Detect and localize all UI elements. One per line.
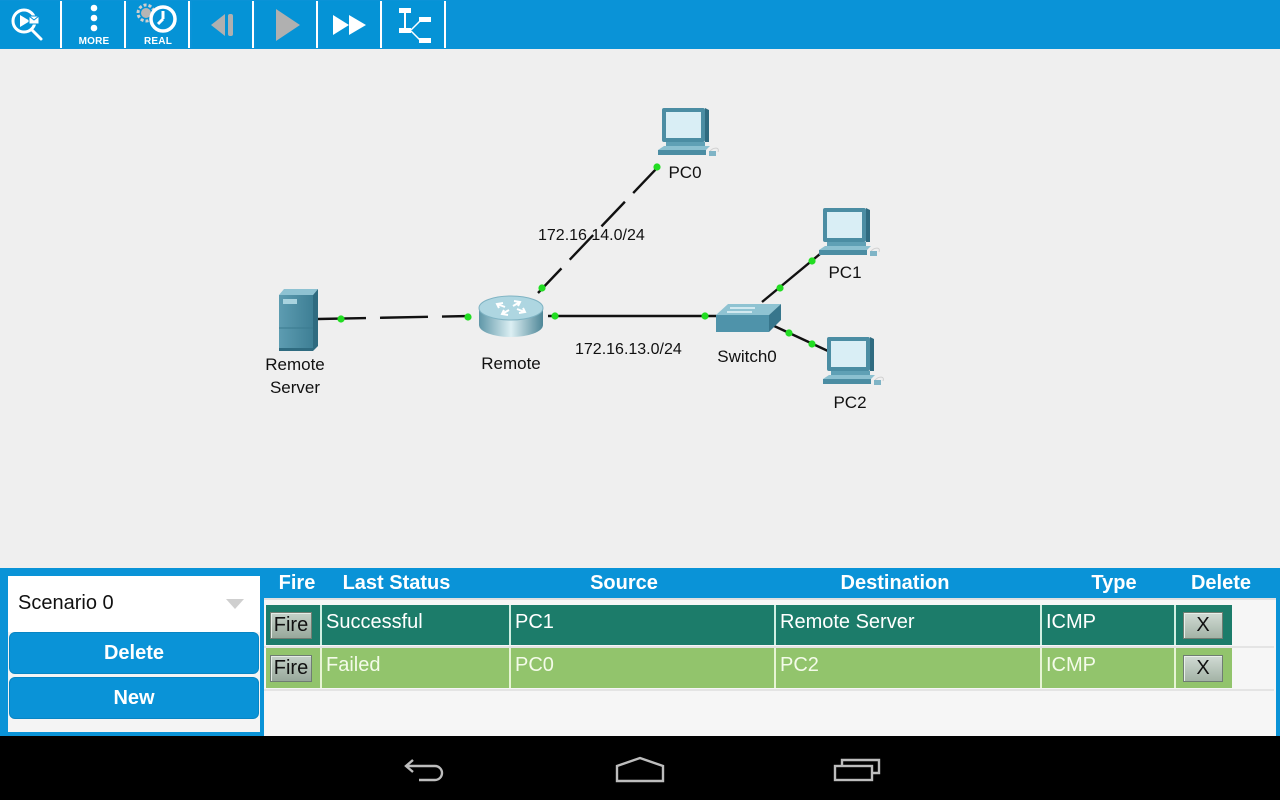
fire-cell: Fire: [266, 605, 322, 645]
dropdown-caret-icon: [226, 599, 244, 609]
delete-cell: X: [1176, 648, 1232, 688]
new-scenario-button[interactable]: New: [9, 677, 259, 719]
destination-cell: Remote Server: [776, 605, 1042, 645]
pc1-icon[interactable]: [813, 205, 883, 265]
pdu-table: Fire Last Status Source Destination Type…: [264, 568, 1280, 736]
scenario-panel: Scenario 0 Delete New: [8, 576, 260, 732]
source-cell: PC0: [511, 648, 776, 688]
more-label: MORE: [78, 36, 110, 47]
play-icon: [276, 8, 300, 41]
last-status-cell: Successful: [322, 605, 511, 645]
delete-pdu-button[interactable]: X: [1183, 612, 1223, 639]
pc2-label: PC2: [833, 393, 867, 412]
switch0-label: Switch0: [717, 347, 777, 366]
header-type: Type: [1091, 572, 1137, 594]
simulation-panel: Scenario 0 Delete New Fire Last Status S…: [0, 568, 1280, 736]
packet-tracer-app: MORE REAL Remote Server Remote PC0 PC1 P…: [0, 0, 1280, 800]
pc0-label: PC0: [668, 163, 702, 182]
real-label: REAL: [143, 36, 173, 47]
realtime-button[interactable]: REAL: [128, 1, 190, 48]
switch-icon[interactable]: [716, 304, 781, 332]
back-arrow-icon: [404, 759, 444, 782]
link-router-switch: [548, 312, 720, 320]
pdu-table-body: Fire Successful PC1 Remote Server ICMP X…: [264, 598, 1276, 736]
scenario-dropdown[interactable]: Scenario 0: [8, 576, 260, 632]
logical-workspace[interactable]: Remote Server Remote PC0 PC1 PC2 Switch0…: [0, 49, 1280, 568]
network-label-14: 172.16.14.0/24: [538, 227, 645, 244]
server-label-line1: Remote: [265, 355, 325, 374]
link-status-dot: [551, 312, 559, 320]
top-toolbar: MORE REAL: [0, 0, 1280, 49]
link-status-dot: [785, 329, 793, 337]
inspect-button[interactable]: [0, 1, 62, 48]
router-icon[interactable]: [478, 295, 544, 337]
fast-forward-button[interactable]: [320, 1, 382, 48]
header-destination: Destination: [840, 572, 950, 594]
row-divider: [264, 689, 1274, 691]
link-status-dot: [538, 284, 546, 292]
android-navigation-bar: [0, 736, 1280, 800]
link-status-dot: [464, 313, 472, 321]
pdu-table-header: Fire Last Status Source Destination Type…: [264, 572, 1280, 600]
server-label-line2: Server: [269, 378, 321, 397]
step-back-button[interactable]: [192, 1, 254, 48]
delete-scenario-button[interactable]: Delete: [9, 632, 259, 674]
clock-icon: [136, 3, 177, 33]
server-icon[interactable]: [279, 289, 318, 351]
fast-forward-icon: [333, 14, 366, 35]
link-server-router: [317, 313, 472, 323]
network-label-13: 172.16.13.0/24: [575, 341, 682, 358]
server-label: Remote Server: [255, 353, 335, 399]
delete-cell: X: [1176, 605, 1232, 645]
magnifier-envelope-icon: [11, 8, 43, 40]
destination-cell: PC2: [776, 648, 1042, 688]
link-status-dot: [701, 312, 709, 320]
topology-svg: [279, 163, 829, 353]
home-button[interactable]: [610, 750, 670, 790]
back-button[interactable]: [394, 750, 454, 790]
recent-apps-icon: [833, 758, 881, 782]
header-last-status: Last Status: [342, 572, 451, 594]
source-cell: PC1: [511, 605, 776, 645]
type-cell: ICMP: [1042, 648, 1176, 688]
fire-cell: Fire: [266, 648, 322, 688]
last-status-cell: Failed: [322, 648, 511, 688]
vertical-dots-icon: [90, 4, 98, 31]
step-back-icon: [211, 13, 233, 36]
scenario-selected-value: Scenario 0: [18, 592, 114, 614]
home-icon: [615, 756, 665, 783]
recent-apps-button[interactable]: [827, 750, 887, 790]
play-button[interactable]: [256, 1, 318, 48]
fire-button[interactable]: Fire: [270, 655, 312, 682]
pc1-label: PC1: [828, 263, 862, 282]
topology-icon: [399, 7, 431, 43]
delete-pdu-button[interactable]: X: [1183, 655, 1223, 682]
pc2-icon[interactable]: [817, 334, 887, 394]
more-button[interactable]: MORE: [64, 1, 126, 48]
link-status-dot: [808, 340, 816, 348]
topology-button[interactable]: [384, 1, 446, 48]
fire-button[interactable]: Fire: [270, 612, 312, 639]
header-delete: Delete: [1190, 572, 1252, 594]
pc0-icon[interactable]: [652, 105, 722, 165]
link-status-dot: [337, 315, 345, 323]
type-cell: ICMP: [1042, 605, 1176, 645]
header-source: Source: [590, 572, 658, 594]
header-fire: Fire: [278, 572, 316, 594]
link-status-dot: [776, 284, 784, 292]
router-label: Remote: [481, 354, 541, 373]
